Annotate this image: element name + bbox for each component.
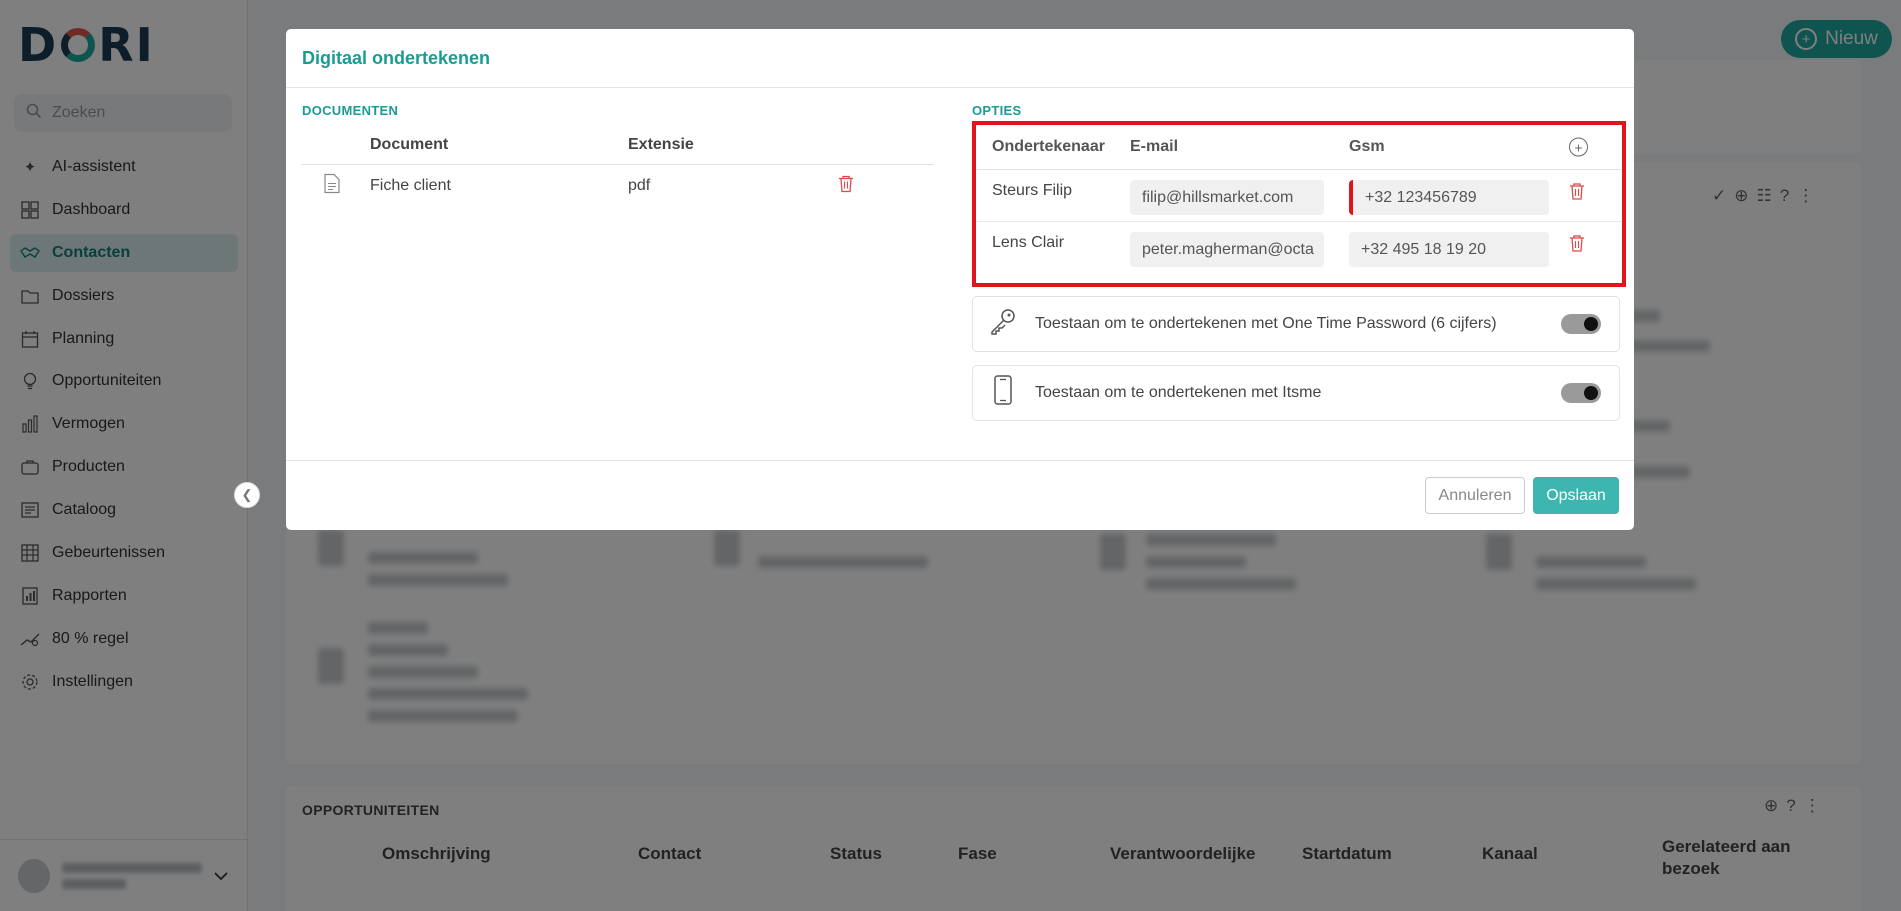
collapse-sidebar-button[interactable]: ❮ (234, 482, 260, 508)
key-icon (989, 307, 1017, 342)
file-icon (324, 173, 340, 199)
documents-section-title: DOCUMENTEN (302, 103, 399, 118)
trash-icon[interactable] (1569, 234, 1585, 257)
otp-toggle[interactable] (1561, 314, 1601, 334)
documents-table-header: Document Extensie (302, 125, 934, 165)
signer-name: Steurs Filip (992, 182, 1073, 199)
gsm-field[interactable]: +32 495 18 19 20 (1349, 232, 1549, 267)
otp-option: Toestaan om te ondertekenen met One Time… (972, 296, 1620, 352)
email-field[interactable]: filip@hillsmarket.com (1130, 180, 1324, 215)
itsme-option: Toestaan om te ondertekenen met Itsme (972, 365, 1620, 421)
gsm-field[interactable]: +32 123456789 (1349, 180, 1549, 215)
table-row: Steurs Filip filip@hillsmarket.com +32 1… (976, 170, 1622, 222)
signer-name: Lens Clair (992, 234, 1065, 251)
digital-sign-modal: Digitaal ondertekenen DOCUMENTEN Documen… (286, 29, 1634, 530)
modal-title: Digitaal ondertekenen (302, 47, 491, 68)
save-button[interactable]: Opslaan (1533, 477, 1619, 514)
otp-option-label: Toestaan om te ondertekenen met One Time… (1035, 315, 1497, 332)
document-extension: pdf (628, 177, 651, 194)
phone-icon (989, 374, 1017, 412)
column-header-signer: Ondertekenaar (992, 138, 1105, 155)
trash-icon[interactable] (838, 175, 854, 198)
add-signer-button[interactable]: + (1569, 137, 1588, 157)
itsme-toggle[interactable] (1561, 383, 1601, 403)
options-section-title: OPTIES (972, 103, 1022, 118)
cancel-button[interactable]: Annuleren (1425, 477, 1525, 514)
email-field[interactable]: peter.magherman@octa (1130, 232, 1324, 267)
table-row: Lens Clair peter.magherman@octa +32 495 … (976, 222, 1622, 274)
table-row: Fiche client pdf (302, 165, 934, 207)
column-header-document: Document (370, 135, 449, 153)
signers-table-header: Ondertekenaar E-mail Gsm + (976, 125, 1622, 170)
signers-table: Ondertekenaar E-mail Gsm + Steurs Filip … (972, 121, 1626, 287)
trash-icon[interactable] (1569, 182, 1585, 205)
modal-header: Digitaal ondertekenen (286, 29, 1634, 88)
documents-table: Document Extensie Fiche client pdf (302, 125, 934, 207)
column-header-email: E-mail (1130, 138, 1179, 155)
chevron-left-icon: ❮ (241, 487, 253, 502)
column-header-extension: Extensie (628, 135, 694, 153)
document-name: Fiche client (370, 177, 451, 194)
modal-footer: Annuleren Opslaan (286, 460, 1634, 530)
itsme-option-label: Toestaan om te ondertekenen met Itsme (1035, 384, 1322, 401)
column-header-gsm: Gsm (1349, 138, 1385, 155)
